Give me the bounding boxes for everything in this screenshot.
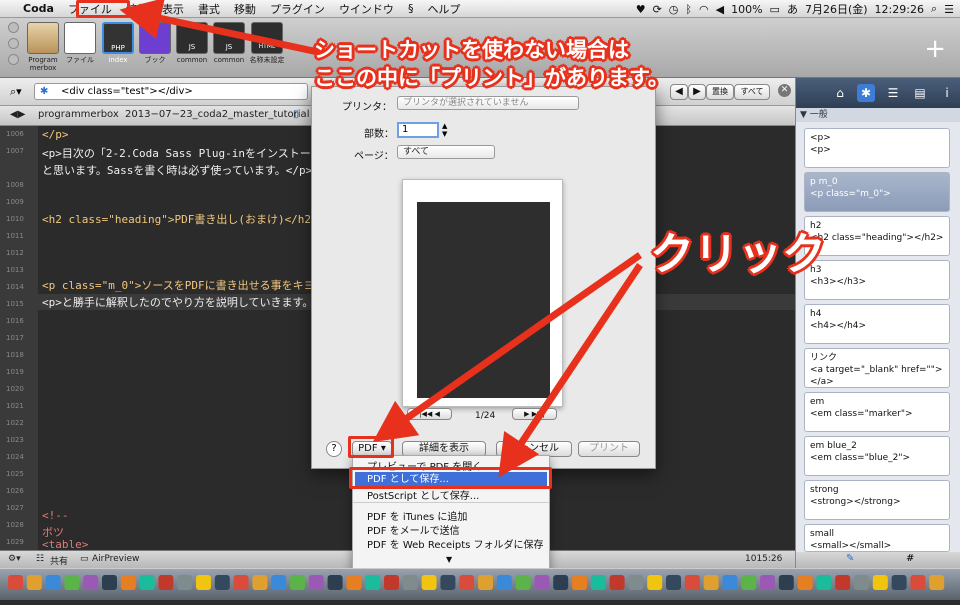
- arrow-to-save-as-pdf: [498, 263, 643, 478]
- annotation-shortcut-note-1: ショートカットを使わない場合は: [314, 38, 629, 62]
- arrow-to-pdf-button: [372, 252, 643, 443]
- annotation-click: クリック: [650, 229, 826, 280]
- annotation-shortcut-note-2: ここの中に「プリント」があります。: [314, 66, 669, 90]
- arrow-to-file-menu: [119, 0, 319, 56]
